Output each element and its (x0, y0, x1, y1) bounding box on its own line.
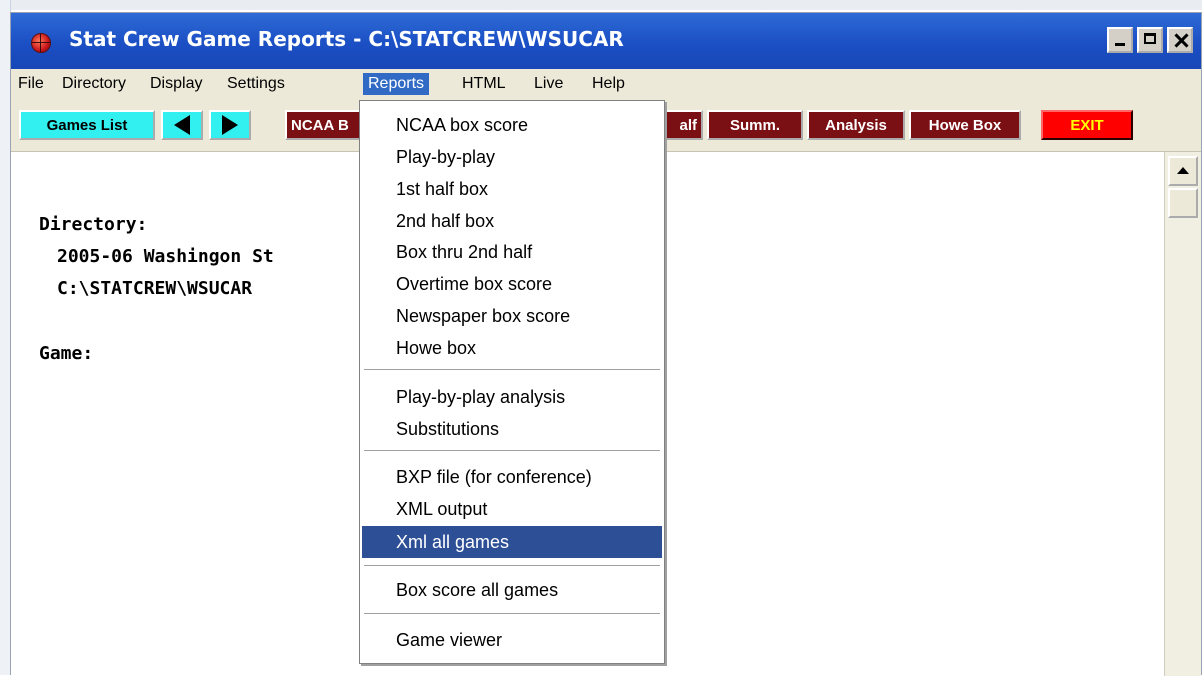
menu-separator (364, 613, 660, 615)
menu-item-2nd-half-box[interactable]: 2nd half box (362, 205, 662, 237)
menu-display[interactable]: Display (145, 73, 207, 95)
menu-item-play-by-play[interactable]: Play-by-play (362, 141, 662, 173)
menu-help[interactable]: Help (587, 73, 630, 95)
games-list-button[interactable]: Games List (19, 110, 155, 140)
basketball-icon (31, 33, 51, 53)
analysis-button[interactable]: Analysis (807, 110, 905, 140)
menu-reports[interactable]: Reports (363, 73, 430, 95)
menu-file[interactable]: File (13, 73, 49, 95)
menu-item-1st-half-box[interactable]: 1st half box (362, 173, 662, 205)
menu-html[interactable]: HTML (457, 73, 511, 95)
close-button[interactable] (1167, 27, 1193, 53)
vertical-scrollbar[interactable] (1164, 152, 1201, 676)
menu-item-box-score-all-games[interactable]: Box score all games (362, 574, 662, 606)
menu-item-overtime-box-score[interactable]: Overtime box score (362, 268, 662, 300)
menu-item-newspaper-box-score[interactable]: Newspaper box score (362, 300, 662, 332)
menu-item-bxp-file[interactable]: BXP file (for conference) (362, 461, 662, 493)
menu-settings[interactable]: Settings (222, 73, 290, 95)
menu-separator (364, 369, 660, 371)
right-arrow-icon (222, 115, 238, 135)
directory-label: Directory: (39, 214, 148, 235)
previous-button[interactable] (161, 110, 203, 140)
maximize-button[interactable] (1137, 27, 1163, 53)
menu-separator (364, 565, 660, 567)
window-title: Stat Crew Game Reports - C:\STATCREW\WSU… (69, 27, 624, 51)
menu-item-xml-all-games[interactable]: Xml all games (362, 526, 662, 558)
directory-path: C:\STATCREW\WSUCAR (57, 278, 253, 299)
menu-item-game-viewer[interactable]: Game viewer (362, 624, 662, 656)
howe-box-button[interactable]: Howe Box (909, 110, 1021, 140)
scroll-up-button[interactable] (1168, 156, 1198, 186)
menu-separator (364, 450, 660, 452)
exit-button[interactable]: EXIT (1041, 110, 1133, 140)
menu-item-substitutions[interactable]: Substitutions (362, 413, 662, 445)
half-box-button[interactable]: alf (663, 110, 703, 140)
menu-item-play-by-play-analysis[interactable]: Play-by-play analysis (362, 381, 662, 413)
menu-live[interactable]: Live (529, 73, 568, 95)
next-button[interactable] (209, 110, 251, 140)
menu-item-ncaa-box-score[interactable]: NCAA box score (362, 109, 662, 141)
menu-bar: File Directory Display Settings Reports … (11, 69, 1201, 99)
menu-directory[interactable]: Directory (57, 73, 131, 95)
left-arrow-icon (174, 115, 190, 135)
menu-item-box-thru-2nd-half[interactable]: Box thru 2nd half (362, 236, 662, 268)
summary-button[interactable]: Summ. (707, 110, 803, 140)
menu-item-howe-box[interactable]: Howe box (362, 332, 662, 364)
minimize-button[interactable] (1107, 27, 1133, 53)
directory-name: 2005-06 Washingon St (57, 246, 274, 267)
game-label: Game: (39, 343, 94, 364)
ncaa-box-button[interactable]: NCAA B (285, 110, 365, 140)
title-bar[interactable]: Stat Crew Game Reports - C:\STATCREW\WSU… (11, 13, 1201, 69)
background-window (0, 0, 1202, 10)
menu-item-xml-output[interactable]: XML output (362, 493, 662, 525)
reports-dropdown-menu: NCAA box score Play-by-play 1st half box… (359, 100, 665, 664)
scroll-thumb[interactable] (1168, 188, 1198, 218)
